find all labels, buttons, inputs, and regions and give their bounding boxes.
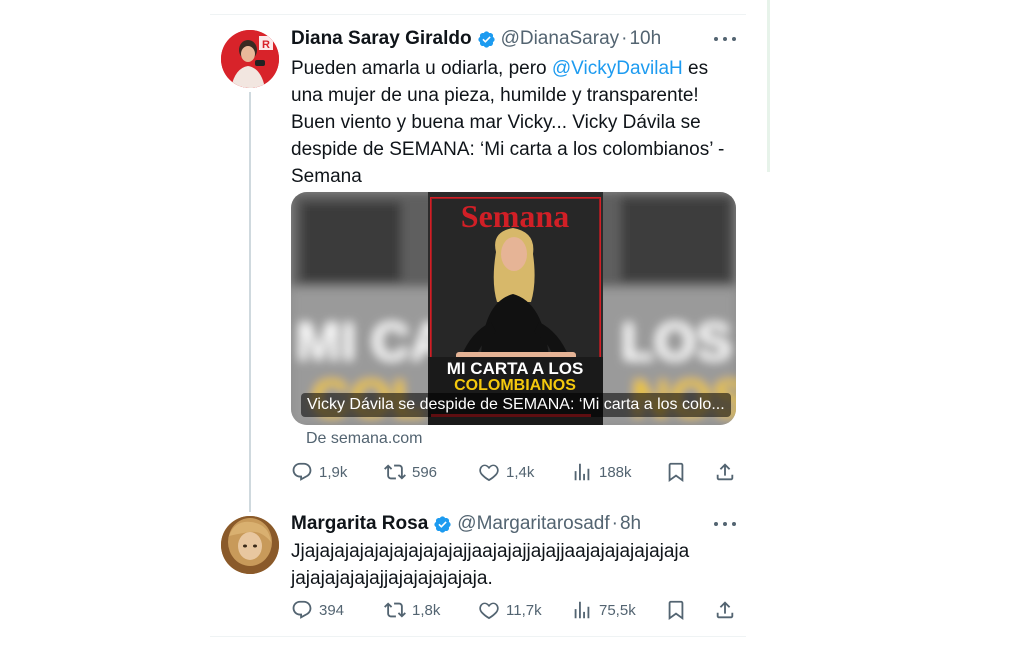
author-handle[interactable]: @Margaritarosadf bbox=[457, 513, 609, 535]
share-icon bbox=[716, 463, 734, 481]
like-count: 1,4k bbox=[506, 463, 535, 481]
card-title: Vicky Dávila se despide de SEMANA: ‘Mi c… bbox=[301, 393, 731, 417]
tweet-header: Margarita Rosa @Margaritarosadf · 8h bbox=[291, 511, 641, 537]
like-icon bbox=[479, 602, 499, 620]
tweet-header: Diana Saray Giraldo @DianaSaray · 10h bbox=[291, 26, 661, 52]
tweet-actions: 1,9k 596 1,4k 188k bbox=[291, 460, 741, 484]
card-source[interactable]: De semana.com bbox=[306, 430, 423, 448]
bookmark-button[interactable] bbox=[665, 460, 693, 484]
avatar-margarita-rosa[interactable] bbox=[221, 516, 279, 574]
share-icon bbox=[716, 601, 734, 619]
retweet-count: 596 bbox=[412, 463, 438, 481]
bookmark-icon bbox=[668, 462, 684, 483]
like-icon bbox=[479, 464, 499, 482]
reply-button[interactable]: 1,9k bbox=[291, 460, 347, 484]
share-button[interactable] bbox=[714, 598, 742, 622]
cover-headline: COLOMBIANOS bbox=[454, 377, 576, 394]
card-image: MI CA COL LOS NOS Semana MI CARTA A LOS … bbox=[291, 192, 736, 425]
verified-badge-icon bbox=[433, 515, 452, 534]
bookmark-icon bbox=[668, 600, 684, 621]
like-count: 11,7k bbox=[506, 601, 542, 619]
timestamp[interactable]: 10h bbox=[629, 28, 661, 50]
like-button[interactable]: 11,7k bbox=[478, 598, 542, 622]
tweet-actions: 394 1,8k 11,7k 75,5k bbox=[291, 598, 741, 622]
timestamp[interactable]: 8h bbox=[620, 513, 641, 535]
reply-button[interactable]: 394 bbox=[291, 598, 344, 622]
cover-headline: MI CARTA A LOS bbox=[447, 359, 584, 378]
thread-connector-line bbox=[249, 92, 251, 512]
separator-dot: · bbox=[621, 28, 628, 49]
mention-link[interactable]: @VickyDavilaH bbox=[552, 58, 683, 79]
separator-dot: · bbox=[611, 513, 618, 534]
blurred-bg-text: MI CA bbox=[296, 312, 449, 372]
link-card[interactable]: MI CA COL LOS NOS Semana MI CARTA A LOS … bbox=[291, 192, 736, 425]
blurred-bg-text: LOS bbox=[621, 312, 732, 372]
retweet-button[interactable]: 596 bbox=[384, 460, 437, 484]
author-name[interactable]: Diana Saray Giraldo bbox=[291, 28, 472, 50]
more-icon[interactable] bbox=[714, 519, 736, 529]
views-button[interactable]: 188k bbox=[571, 460, 632, 484]
views-icon bbox=[574, 601, 590, 619]
retweet-button[interactable]: 1,8k bbox=[384, 598, 440, 622]
reply-count: 394 bbox=[319, 601, 345, 619]
svg-text:R: R bbox=[262, 39, 270, 51]
retweet-icon bbox=[384, 602, 406, 618]
reply-count: 1,9k bbox=[319, 463, 348, 481]
like-button[interactable]: 1,4k bbox=[478, 460, 534, 484]
views-icon bbox=[574, 463, 590, 481]
retweet-icon bbox=[384, 464, 406, 480]
share-button[interactable] bbox=[714, 460, 742, 484]
avatar-diana-saray[interactable]: R bbox=[221, 30, 279, 88]
more-icon[interactable] bbox=[714, 34, 736, 44]
retweet-count: 1,8k bbox=[412, 601, 441, 619]
bookmark-button[interactable] bbox=[665, 598, 693, 622]
views-button[interactable]: 75,5k bbox=[571, 598, 636, 622]
views-count: 188k bbox=[599, 463, 632, 481]
tweet-text: Pueden amarla u odiarla, pero @VickyDavi… bbox=[291, 55, 741, 190]
author-name[interactable]: Margarita Rosa bbox=[291, 513, 428, 535]
tweet-text-part: Pueden amarla u odiarla, pero bbox=[291, 58, 552, 79]
bottom-divider bbox=[210, 636, 746, 637]
magazine-cover: Semana MI CARTA A LOS COLOMBIANOS bbox=[428, 192, 603, 425]
views-count: 75,5k bbox=[599, 601, 636, 619]
tweet-text: Jjajajajajajajajajajajajjaajajajjajajjaa… bbox=[291, 541, 690, 589]
author-handle[interactable]: @DianaSaray bbox=[501, 28, 620, 50]
side-accent-line bbox=[767, 0, 770, 172]
top-divider bbox=[210, 14, 746, 15]
verified-badge-icon bbox=[477, 30, 496, 49]
reply-icon bbox=[292, 600, 312, 619]
reply-icon bbox=[292, 462, 312, 481]
